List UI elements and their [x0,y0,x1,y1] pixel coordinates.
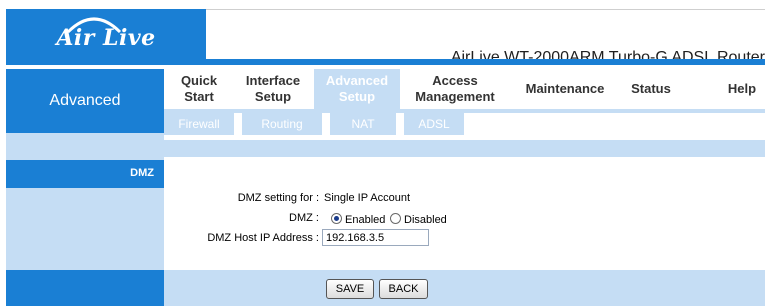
menu-label-line2: Start [184,89,214,104]
host-ip-input[interactable] [322,229,429,246]
subnav-separator [396,113,404,135]
menu-advanced-setup[interactable]: Advanced Setup [314,69,400,109]
menu-label-line1: Interface [245,73,301,88]
radio-selected-dot [334,216,339,221]
subnav-filler [472,113,765,135]
button-bar [164,270,765,306]
logo: Air Live [56,25,156,51]
header-divider [6,59,765,65]
setting-for-value: Single IP Account [324,192,411,204]
dmz-disabled-radio[interactable] [390,213,401,224]
subnav-routing[interactable]: Routing [242,113,322,135]
logo-box: Air Live [6,9,206,59]
subnav-separator [234,113,242,135]
page-title: DMZ [130,167,154,179]
menu-label-line1: Access [432,73,478,88]
back-button[interactable]: BACK [379,279,428,299]
menu-label: Maintenance [525,81,605,96]
page-label-box: DMZ [6,160,164,188]
dmz-enabled-label: Enabled [345,214,386,226]
menu-interface-setup[interactable]: Interface Setup [234,69,312,109]
menu-label-line2: Setup [254,89,292,104]
header-band: AirLive WT-2000ARM Turbo-G ADSL Router [206,9,765,66]
menu-label-line2: Management [415,89,495,104]
subnav-firewall[interactable]: Firewall [164,113,234,135]
menu-label: Status [631,81,671,96]
dmz-disabled-label: Disabled [404,214,447,226]
menu-maintenance[interactable]: Maintenance [512,69,618,109]
menu-label-line2: Setup [338,89,376,104]
setting-for-label: DMZ setting for : [237,192,319,204]
menu-access-management[interactable]: Access Management [402,69,508,109]
menu-help[interactable]: Help [712,69,765,109]
dmz-label: DMZ : [289,212,319,224]
menu-label: Help [727,81,757,96]
subnav-nat[interactable]: NAT [330,113,396,135]
section-title: Advanced [49,92,121,109]
subnav-separator [322,113,330,135]
subnav-bar: Firewall Routing NAT ADSL [164,109,765,135]
dmz-enabled-radio[interactable] [331,213,342,224]
left-footer [6,270,164,306]
menu-quick-start[interactable]: Quick Start [164,69,234,109]
save-button[interactable]: SAVE [326,279,374,299]
host-ip-label: DMZ Host IP Address : [207,232,319,244]
subnav-adsl[interactable]: ADSL [404,113,464,135]
section-header: Advanced [6,69,164,133]
menu-label-line1: Advanced [325,73,389,88]
subnav-separator [464,113,472,135]
menu-status[interactable]: Status [620,69,682,109]
menu-label-line1: Quick [180,73,218,88]
content-header-strip [164,140,765,157]
